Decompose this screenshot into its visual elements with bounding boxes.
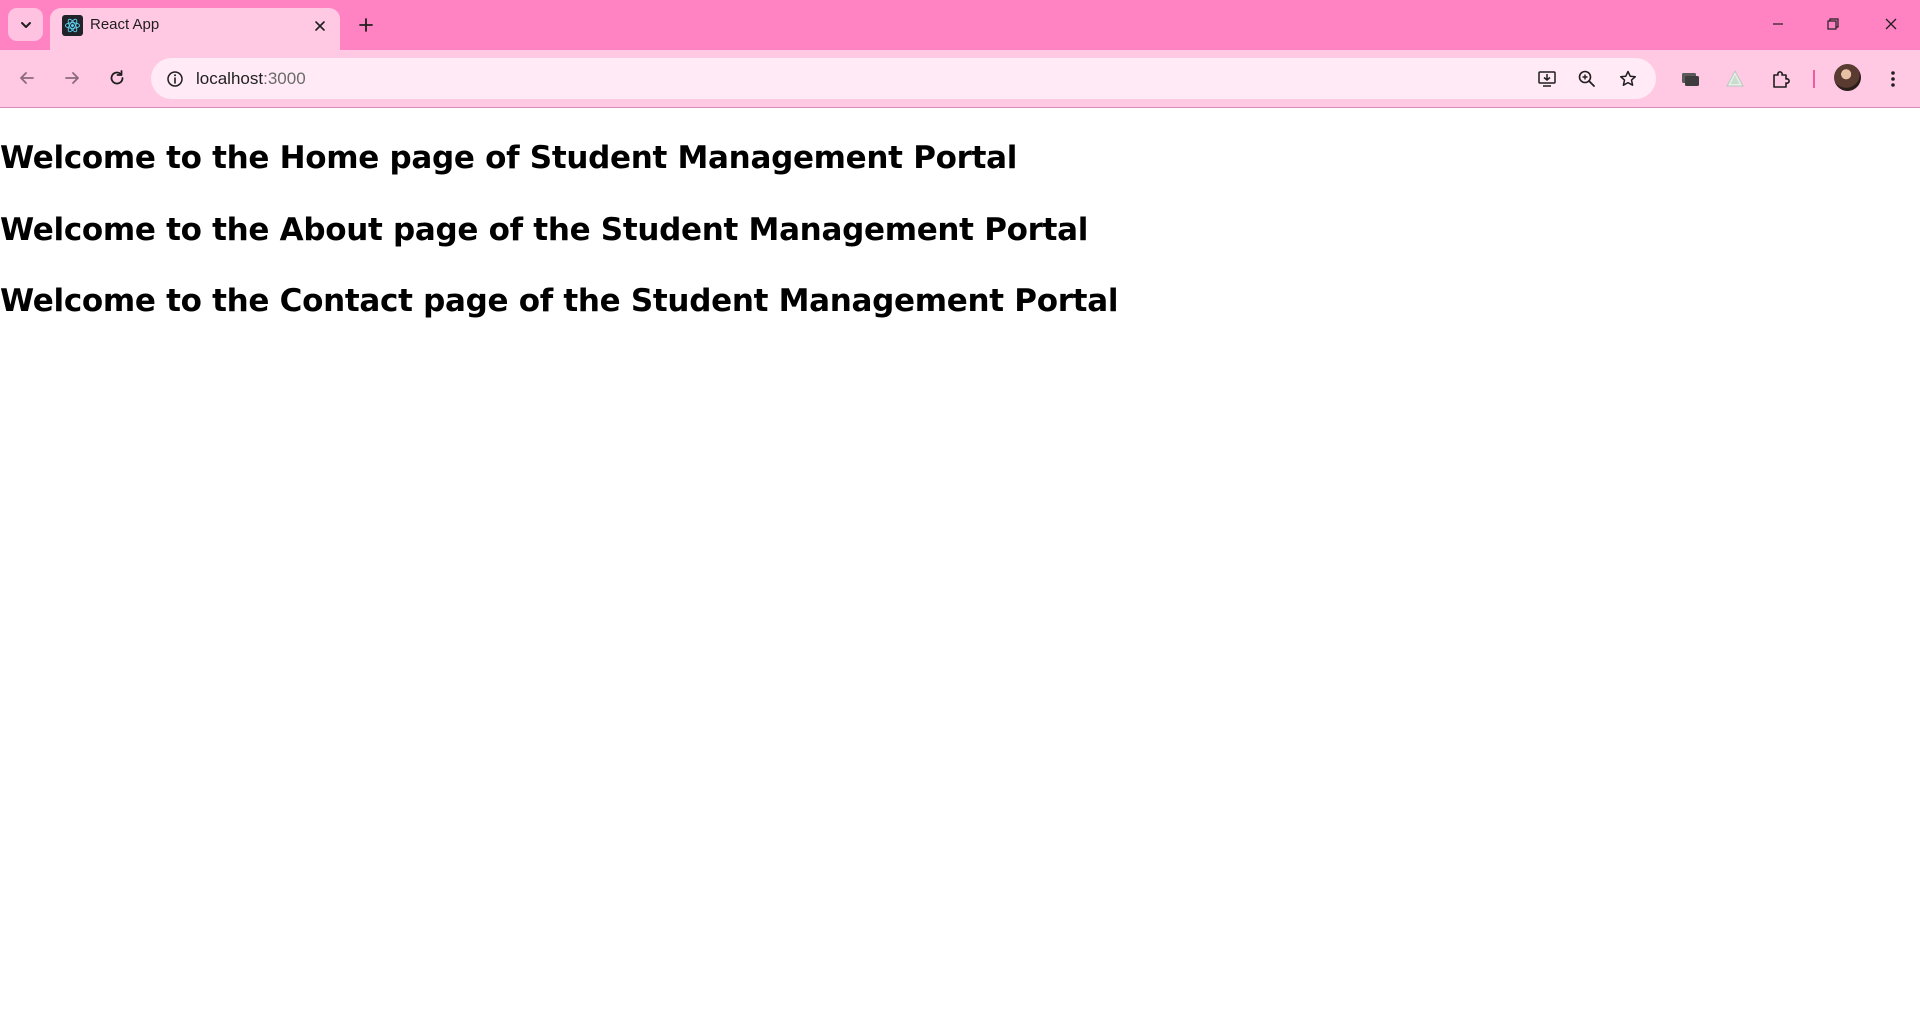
- about-heading: Welcome to the About page of the Student…: [0, 212, 1089, 248]
- address-bar[interactable]: localhost:3000: [151, 58, 1656, 99]
- minimize-icon: [1773, 23, 1783, 25]
- new-tab-button[interactable]: [352, 11, 380, 39]
- home-heading: Welcome to the Home page of Student Mana…: [0, 140, 1018, 176]
- extension-cards-icon: [1682, 73, 1699, 86]
- tab-search-button[interactable]: [8, 8, 43, 41]
- arrow-left-icon: [20, 72, 34, 84]
- back-button[interactable]: [10, 61, 44, 95]
- url-host: localhost: [196, 69, 264, 88]
- react-logo-icon: [62, 15, 83, 36]
- close-window-button[interactable]: [1868, 6, 1914, 42]
- extensions-menu-button[interactable]: [1764, 62, 1798, 96]
- tab-close-button[interactable]: [308, 14, 332, 38]
- zoom-in-icon: [1578, 70, 1595, 87]
- bookmark-button[interactable]: [1613, 64, 1642, 93]
- tab-strip: React App: [0, 0, 1920, 50]
- close-icon: [315, 21, 325, 31]
- install-app-icon: [1537, 70, 1556, 87]
- url-text[interactable]: localhost:3000: [196, 58, 306, 99]
- site-info-button[interactable]: [161, 65, 188, 92]
- zoom-button[interactable]: [1572, 64, 1601, 93]
- url-port: :3000: [263, 69, 306, 88]
- contact-heading: Welcome to the Contact page of the Stude…: [0, 283, 1119, 319]
- plus-icon: [359, 18, 373, 32]
- profile-avatar[interactable]: [1834, 64, 1861, 91]
- info-icon: [166, 70, 183, 87]
- reload-icon: [110, 70, 124, 85]
- page-content: Welcome to the Home page of Student Mana…: [0, 109, 1920, 1020]
- extension-button-2[interactable]: [1718, 62, 1752, 96]
- restore-button[interactable]: [1810, 6, 1856, 42]
- browser-menu-button[interactable]: [1876, 62, 1910, 96]
- toolbar-divider: [1813, 70, 1815, 88]
- minimize-button[interactable]: [1755, 6, 1801, 42]
- reload-button[interactable]: [100, 61, 134, 95]
- tab-active[interactable]: React App: [50, 8, 340, 50]
- restore-icon: [1827, 18, 1839, 30]
- install-app-button[interactable]: [1532, 64, 1561, 93]
- close-icon: [1885, 18, 1897, 30]
- chevron-down-icon: [20, 21, 31, 28]
- star-icon: [1619, 70, 1636, 86]
- forward-button[interactable]: [55, 61, 89, 95]
- tab-title: React App: [90, 16, 160, 33]
- puzzle-icon: [1773, 71, 1790, 88]
- extension-button-1[interactable]: [1673, 62, 1707, 96]
- arrow-right-icon: [65, 72, 79, 84]
- browser-toolbar: localhost:3000: [0, 50, 1920, 108]
- kebab-menu-icon: [1891, 71, 1895, 87]
- extension-triangle-icon: [1726, 69, 1744, 87]
